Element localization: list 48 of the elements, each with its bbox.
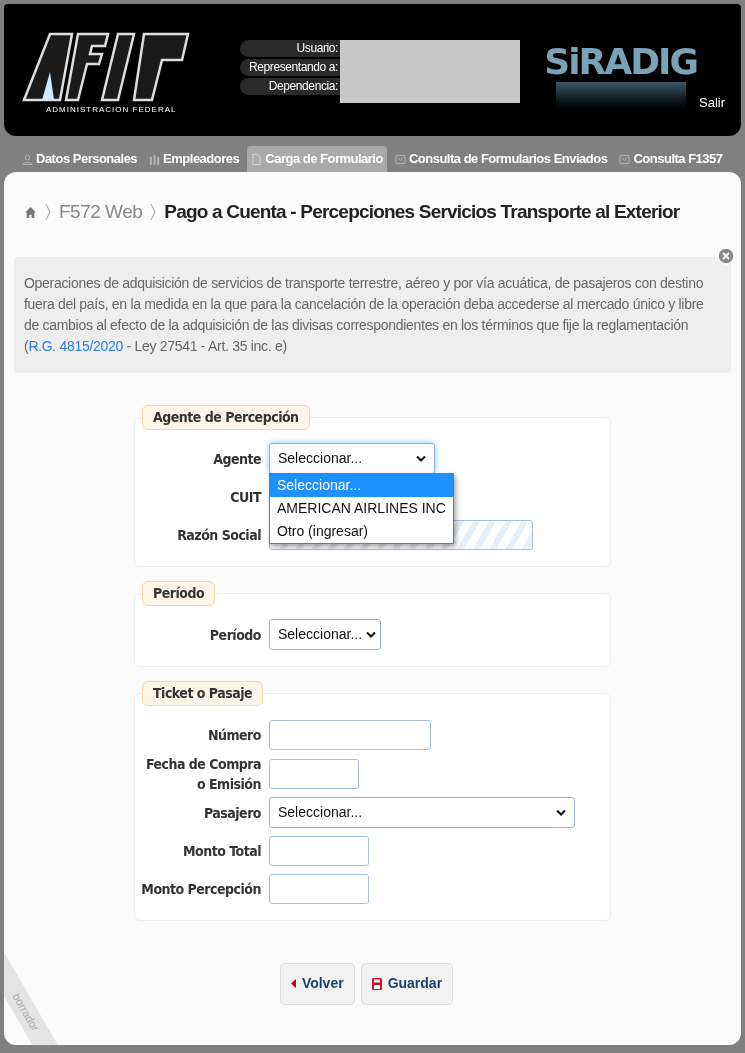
select-dropdown[interactable]: Seleccionar... — [269, 443, 435, 474]
field-label: Período — [208, 625, 261, 645]
user-info-label: Representando a: — [240, 59, 340, 76]
section-legend: Ticket o Pasaje — [142, 680, 264, 706]
save-button[interactable]: Guardar — [360, 962, 454, 1005]
section-legend: Período — [142, 580, 216, 606]
nav-tab[interactable]: Datos Personales — [18, 146, 142, 172]
nav-tab[interactable]: Empleadores — [145, 146, 244, 172]
app-logo: SiRADIG — [544, 42, 697, 82]
field-label: Monto Total — [182, 841, 261, 861]
field-label: Fecha de Compra o Emisión — [144, 754, 261, 794]
info-text: Operaciones de adquisición de servicios de transporte terrestre, aéreo y por vía acuática, de pasajeros con destino fuera del país, en la medida en la que para la cancelación de la operación deba accederse al mercado único y libre de cambios al efecto de la adquisición de las divisas correspondientes en los términos que fije la reglamentación (R.G. 4815/2020 - Ley 27541 - Art. 35 inc. e) — [24, 273, 705, 356]
field-label: Pasajero — [202, 803, 261, 823]
chevron-right-icon — [45, 203, 51, 222]
field-label: Número — [206, 725, 261, 745]
text-input[interactable] — [269, 873, 369, 904]
select-dropdown[interactable]: Seleccionar... — [269, 797, 575, 828]
nav-tab[interactable]: Consulta de Formularios Enviados — [390, 146, 612, 172]
user-info-label: Dependencia: — [240, 78, 340, 95]
chevron-down-icon — [416, 454, 426, 463]
chevron-down-icon — [366, 630, 377, 639]
text-input[interactable] — [269, 835, 369, 866]
nav-tab[interactable]: Consulta F1357 — [615, 146, 727, 172]
text-input[interactable] — [269, 758, 359, 789]
text-input[interactable] — [269, 719, 431, 750]
logout-link[interactable]: Salir — [699, 92, 725, 112]
logo-subtitle: ADMINISTRACION FEDERAL — [46, 104, 178, 116]
field-label: Agente — [212, 449, 261, 469]
user-info-label: Usuario: — [240, 40, 340, 57]
regulation-link[interactable]: R.G. 4815/2020 — [28, 337, 124, 354]
close-icon[interactable] — [717, 246, 735, 265]
dropdown-option[interactable]: Otro (ingresar) — [270, 520, 453, 543]
field-label: Razón Social — [176, 525, 261, 545]
page-title: Pago a Cuenta - Percepciones Servicios Transporte al Exterior — [164, 200, 680, 224]
envelope-icon — [394, 153, 406, 165]
back-button[interactable]: Volver — [279, 962, 355, 1005]
file-icon — [251, 153, 263, 165]
person-icon — [22, 153, 33, 165]
chevron-right-icon — [150, 203, 157, 222]
chevron-down-icon — [556, 808, 566, 817]
dropdown-option[interactable]: AMERICAN AIRLINES INC — [270, 497, 453, 520]
caret-left-icon — [290, 979, 296, 988]
field-label: CUIT — [229, 487, 261, 507]
select-dropdown[interactable]: Seleccionar... — [269, 619, 381, 650]
envelope-icon — [619, 153, 631, 165]
field-label: Monto Percepción — [140, 879, 261, 899]
home-icon — [24, 205, 37, 219]
section-legend: Agente de Percepción — [142, 404, 310, 430]
